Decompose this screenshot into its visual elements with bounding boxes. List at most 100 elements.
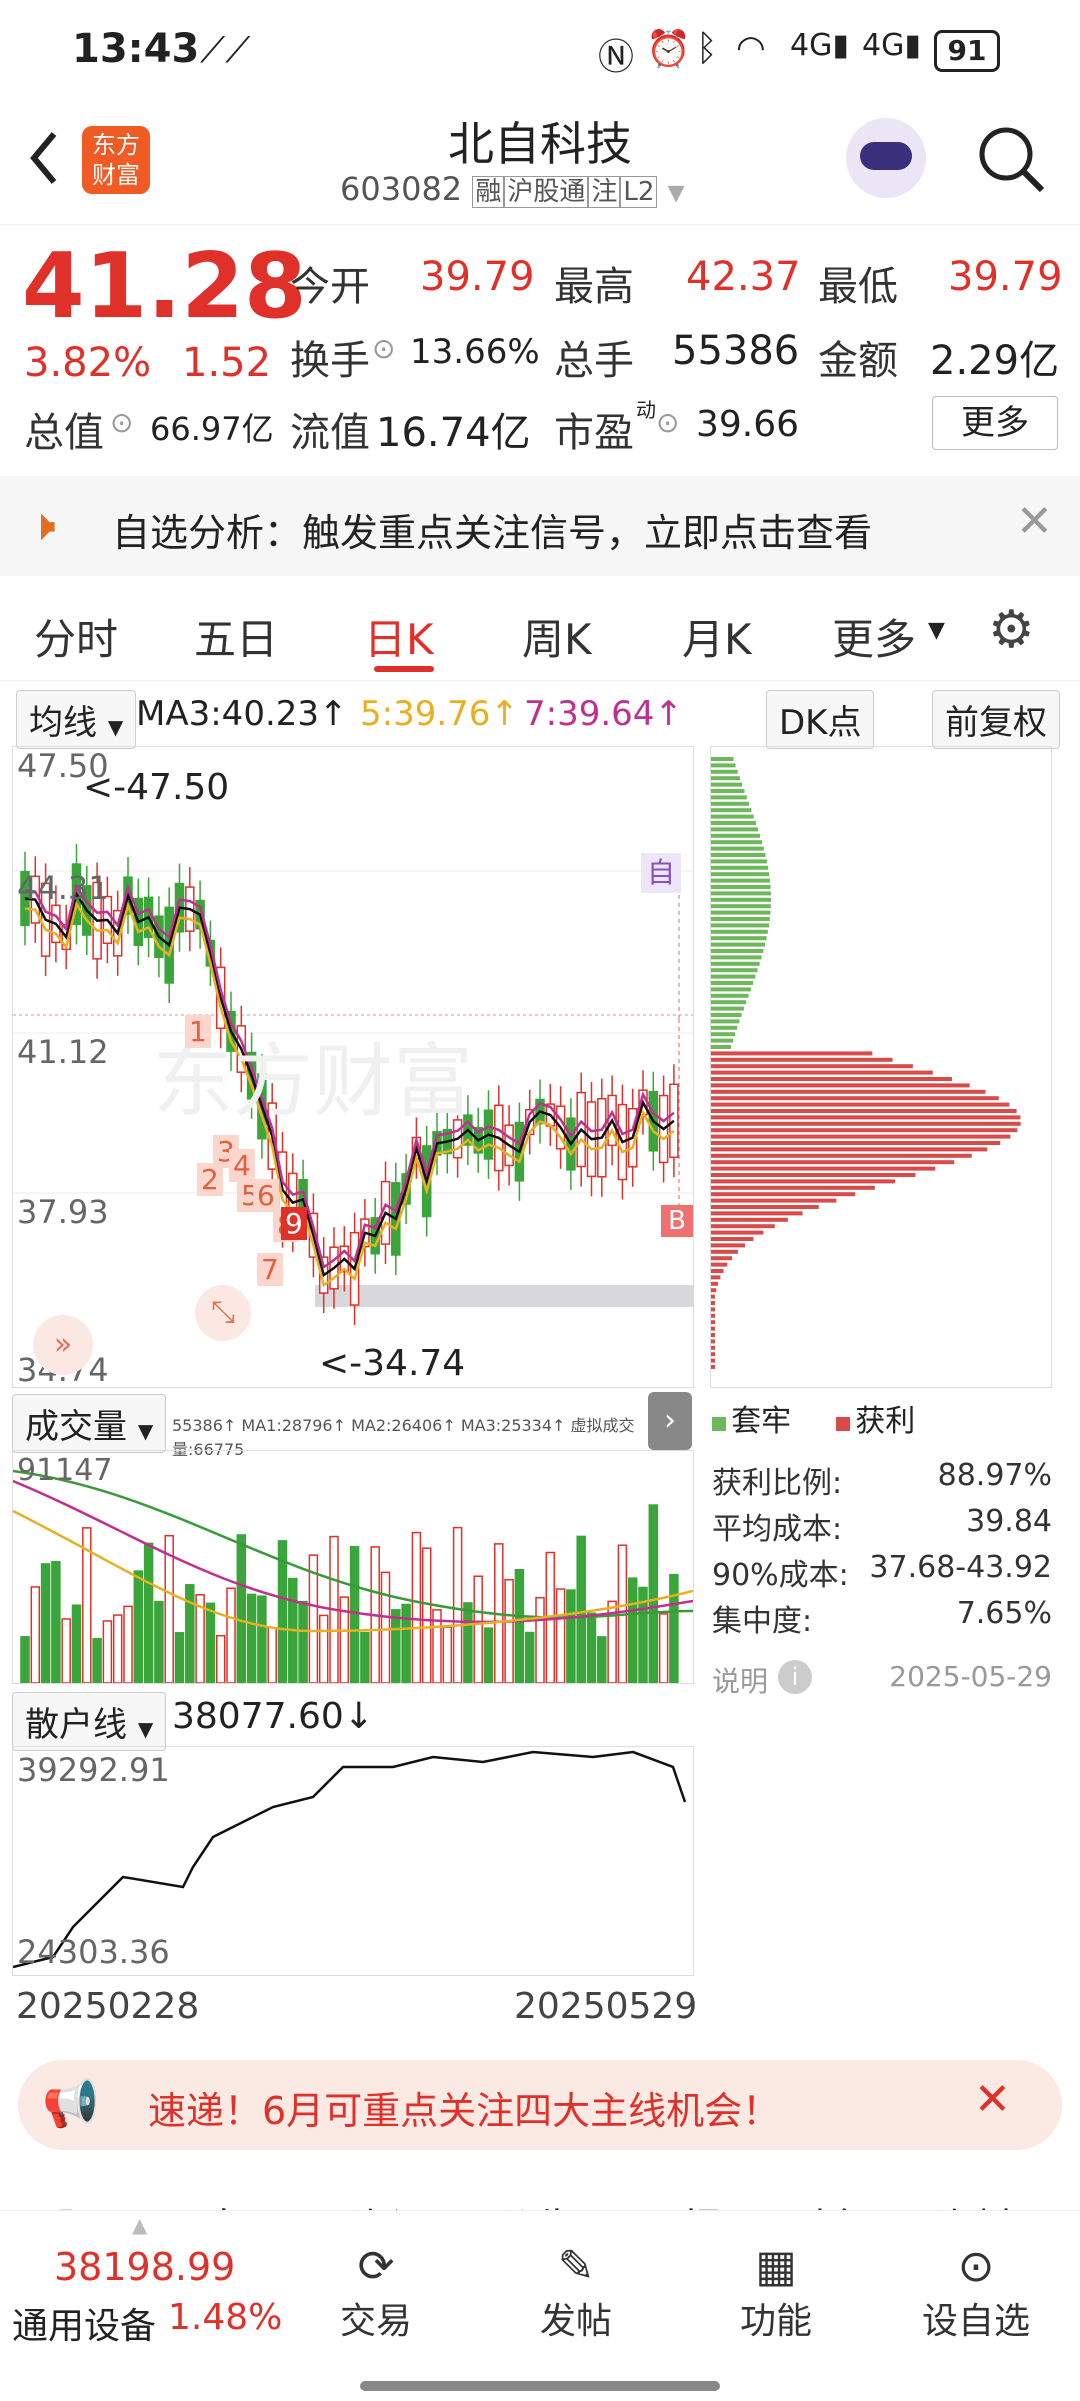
volume-bar xyxy=(452,1526,463,1684)
info-icon[interactable]: ⊙ xyxy=(656,406,679,439)
chip-bar xyxy=(711,1032,736,1037)
volume-bar xyxy=(174,1632,185,1684)
chip-bar xyxy=(711,1217,788,1222)
chip-bar xyxy=(711,865,769,870)
kline-chart[interactable]: 47.50 44.31 41.12 37.93 34.74 <-47.50 <-… xyxy=(12,746,694,1389)
trade-label: 交易 xyxy=(339,2301,412,2342)
chip-bar xyxy=(711,1288,717,1293)
battery-icon: 91 xyxy=(934,30,1000,72)
functions-button[interactable]: ▦ 功能 xyxy=(696,2241,856,2344)
signal-2-icon: 4G▮ xyxy=(862,28,921,63)
chip-distribution-chart xyxy=(710,746,1052,1388)
retail-value: 38077.60↓ xyxy=(172,1696,374,1737)
chevron-right-icon[interactable]: › xyxy=(648,1392,692,1450)
float-mv-value: 16.74亿 xyxy=(376,410,531,456)
chip-bar xyxy=(711,776,740,781)
chip-bar xyxy=(711,1243,745,1248)
tab-monthly-k[interactable]: 月K xyxy=(682,606,752,667)
alarm-icon: ⏰ xyxy=(646,29,691,70)
chip-bar xyxy=(711,993,749,998)
chip-stats: 获利比例: 88.97% 平均成本: 39.84 90%成本: 37.68-43.92… xyxy=(712,1458,1052,1720)
high-value: 42.37 xyxy=(686,254,801,300)
stock-header: 东方财富 北自科技 603082 融沪股通注 L2 ▼ xyxy=(0,100,1080,225)
volume-bar xyxy=(143,1542,154,1684)
retail-axis-top: 39292.91 xyxy=(17,1751,170,1789)
alert-text: 自选分析：触发重点关注信号，立即点击查看 xyxy=(112,511,873,555)
chip-bar xyxy=(711,1237,754,1241)
note-label[interactable]: 说明 xyxy=(712,1660,768,1700)
trade-button[interactable]: ⟳ 交易 xyxy=(296,2241,456,2344)
stock-code-row: 603082 融沪股通注 L2 ▼ xyxy=(340,170,685,208)
index-name: 通用设备 xyxy=(12,2306,157,2347)
promo-banner[interactable]: 📢 速递！6月可重点关注四大主线机会！ ✕ xyxy=(18,2060,1062,2150)
wifi-icon: ◠ xyxy=(736,28,766,68)
amount-value: 2.29亿 xyxy=(930,338,1060,384)
tab-five-day[interactable]: 五日 xyxy=(194,606,278,667)
bottom-bar: ▲ 38198.99 通用设备 1.48% ⟳ 交易 ✎ 发帖 ▦ 功能 ⊙ 设… xyxy=(0,2210,1080,2401)
chevron-up-icon[interactable]: ▲ xyxy=(132,2213,147,2237)
amount-label: 金额 xyxy=(818,338,898,384)
chip-bar xyxy=(711,1077,952,1081)
adjust-button[interactable]: 前复权 xyxy=(932,690,1060,749)
turnover-label: 换手 xyxy=(290,338,370,384)
info-icon[interactable]: ⊙ xyxy=(372,332,395,365)
settings-gear-icon[interactable]: ⚙ xyxy=(988,600,1035,660)
volume-selector[interactable]: 成交量 ▼ xyxy=(12,1394,167,1453)
volume-bar xyxy=(246,1593,257,1684)
post-button[interactable]: ✎ 发帖 xyxy=(496,2241,656,2344)
tab-more[interactable]: 更多 xyxy=(832,606,916,667)
more-button[interactable]: 更多 xyxy=(932,396,1058,450)
close-icon[interactable]: ✕ xyxy=(1016,496,1053,547)
dk-point-button[interactable]: DK点 xyxy=(766,690,875,749)
add-watchlist-button[interactable]: ⊙ 设自选 xyxy=(896,2241,1056,2344)
chip-bar xyxy=(711,795,747,800)
tag-level2: L2 xyxy=(620,176,658,208)
volume-bar xyxy=(92,1638,102,1684)
close-icon[interactable]: ✕ xyxy=(974,2074,1011,2125)
tab-daily-k[interactable]: 日K xyxy=(364,606,434,667)
search-icon[interactable] xyxy=(976,124,1046,194)
chip-bar xyxy=(711,789,745,793)
volume-label: 总手 xyxy=(554,338,634,384)
chip-bar xyxy=(711,1281,719,1286)
alert-banner[interactable]: 🕨 自选分析：触发重点关注信号，立即点击查看 ✕ xyxy=(0,476,1080,576)
chip-bar xyxy=(711,1326,715,1331)
chip-bar xyxy=(711,1109,1017,1113)
expand-arrows-icon[interactable]: » xyxy=(33,1315,93,1375)
chip-bar xyxy=(711,897,771,902)
volume-bar xyxy=(401,1603,411,1684)
volume-bar xyxy=(257,1595,267,1684)
retail-axis-bottom: 24303.36 xyxy=(17,1933,170,1971)
profit-swatch xyxy=(836,1417,851,1431)
chip-bar xyxy=(711,1249,738,1254)
chip-bar xyxy=(711,1307,715,1312)
retail-selector[interactable]: 散户线 ▼ xyxy=(12,1692,167,1751)
fullscreen-icon[interactable]: ⤡ xyxy=(195,1285,251,1341)
chip-bar xyxy=(711,1141,1001,1145)
ma-selector[interactable]: 均线 ▼ xyxy=(16,690,137,749)
chevron-down-icon: ▼ xyxy=(928,618,945,643)
chevron-down-icon[interactable]: ▼ xyxy=(668,181,685,206)
chip-bar xyxy=(711,968,758,973)
chip-bar xyxy=(711,1185,875,1190)
info-icon[interactable]: i xyxy=(778,1660,812,1694)
chip-bar xyxy=(711,936,767,941)
volume-bar xyxy=(380,1571,391,1684)
chip-bar xyxy=(711,853,766,857)
chip-bar xyxy=(711,821,756,825)
add-watchlist-label: 设自选 xyxy=(921,2301,1030,2342)
tab-weekly-k[interactable]: 周K xyxy=(522,606,592,667)
volume-axis-top: 91147 xyxy=(17,1453,113,1488)
chip-bar xyxy=(711,1256,733,1261)
robot-avatar-icon[interactable] xyxy=(846,118,926,198)
more-dots-icon: ⊙ xyxy=(957,2241,995,2292)
tab-intraday[interactable]: 分时 xyxy=(34,606,118,667)
profit-label: 获利 xyxy=(855,1404,916,1439)
pe-label: 市盈 xyxy=(554,410,634,456)
axis-label-3: 41.12 xyxy=(17,1033,109,1071)
td-signal: 7 xyxy=(257,1253,283,1286)
volume-value: 55386 xyxy=(672,328,800,374)
info-icon[interactable]: ⊙ xyxy=(110,406,133,439)
chip-bar xyxy=(711,1128,1018,1133)
total-mv-value: 66.97亿 xyxy=(150,410,274,448)
